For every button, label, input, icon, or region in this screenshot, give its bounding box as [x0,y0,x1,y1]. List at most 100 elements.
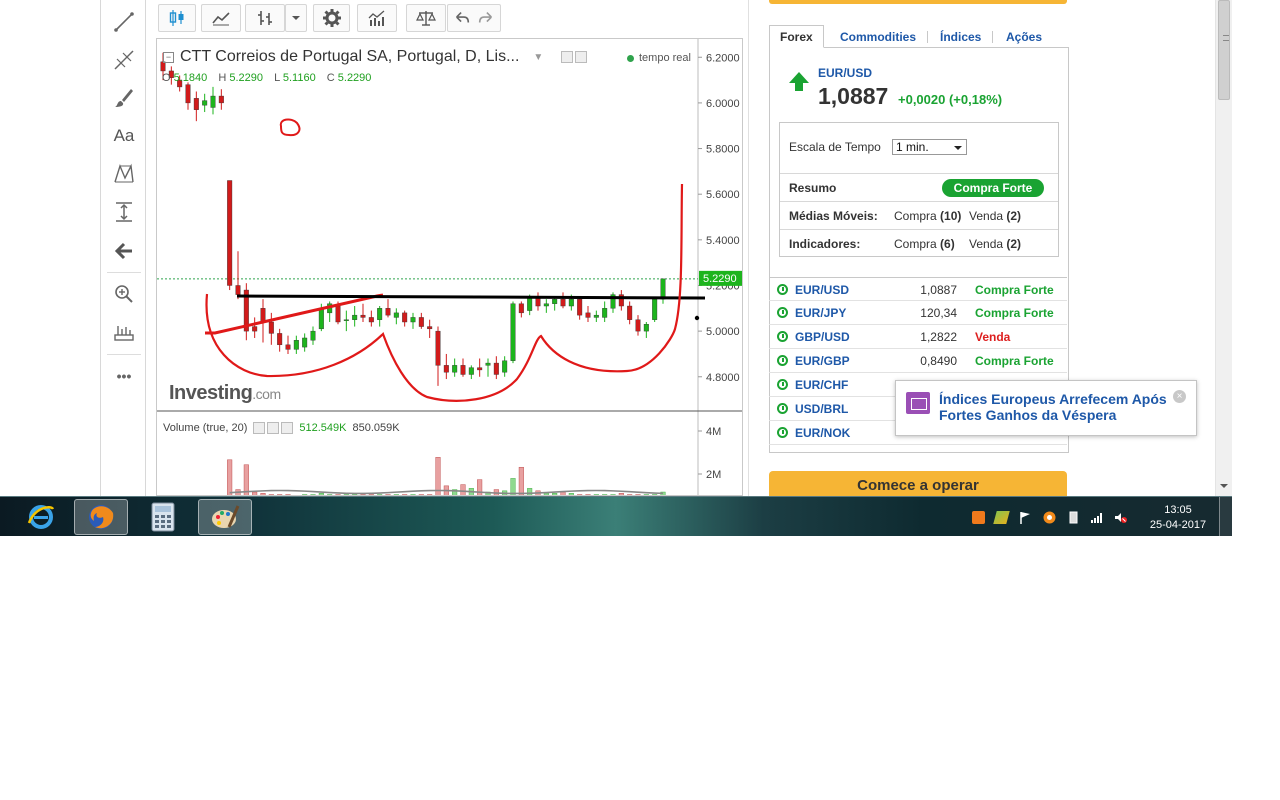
measure-icon[interactable] [109,198,139,226]
candle-body [385,308,391,316]
widget-top-strip [769,0,1067,4]
candle-body [493,362,499,375]
trend-line-icon[interactable] [109,8,139,36]
candle-body [552,298,558,304]
scroll-down-icon[interactable] [1220,484,1228,488]
eye-icon[interactable] [561,51,574,63]
candle-body [435,330,441,366]
close-icon[interactable] [281,422,294,434]
candle-body [402,312,408,323]
moving-averages-row: Médias Móveis: Compra (10) Venda (2) [780,201,1058,229]
action-center-flag-icon[interactable] [1019,511,1032,524]
candle-body [235,285,241,295]
candle-body [302,337,308,348]
vertical-scrollbar[interactable] [1215,0,1232,496]
tray-app-icon[interactable] [972,511,985,524]
settings-icon[interactable] [313,4,350,32]
volume-value: 850.059K [352,422,400,434]
candle-body [635,319,641,332]
tray-stack-icon[interactable] [993,511,1010,524]
candle-body [477,367,483,371]
low-value: 5.1160 [282,72,316,84]
bars-button[interactable] [245,4,285,32]
close-icon[interactable]: × [1173,390,1186,403]
firefox-icon[interactable] [74,499,128,535]
candle-body [468,367,474,375]
row-pair[interactable]: EUR/JPY [795,306,846,320]
row-pair[interactable]: EUR/CHF [795,378,848,392]
network-signal-icon[interactable] [1090,511,1103,524]
tab-indices[interactable]: Índices [940,25,981,48]
area-chart-button[interactable] [201,4,241,32]
undo-icon[interactable] [450,9,474,27]
chart-type-dropdown[interactable] [285,4,307,32]
brush-icon[interactable] [109,84,139,112]
tab-separator [927,31,928,43]
ma-sell-count: (2) [1006,209,1022,223]
table-row[interactable]: GBP/USD 1,2822 Venda [769,325,1067,349]
chevron-down-icon[interactable]: ▼ [533,52,543,63]
paint-icon[interactable] [198,499,252,535]
table-row[interactable]: EUR/GBP 0,8490 Compra Forte [769,349,1067,373]
show-desktop-button[interactable] [1219,497,1232,536]
cursor-dot [694,315,700,321]
open-label: O [162,72,171,84]
text-icon[interactable]: Aa [109,122,139,150]
news-headline[interactable]: Índices Europeus Arrefecem Após Fortes G… [939,391,1174,423]
zoom-icon[interactable] [109,280,139,308]
back-arrow-icon[interactable] [109,237,139,265]
news-popup[interactable]: Índices Europeus Arrefecem Após Fortes G… [895,380,1197,436]
redo-icon[interactable] [474,9,498,27]
fibonacci-icon[interactable] [109,46,139,74]
candle-body [310,330,316,341]
row-pair[interactable]: USD/BRL [795,402,848,416]
timescale-select[interactable]: 1 min. [892,139,967,155]
scrollbar-thumb[interactable] [1218,0,1230,100]
pattern-icon[interactable] [109,160,139,188]
candle-body [560,298,566,307]
gear-small-icon[interactable] [575,51,588,63]
summary-box: Escala de Tempo 1 min. Resumo Compra For… [779,122,1059,257]
calculator-icon[interactable] [136,499,190,535]
volume-bar [227,459,233,495]
eye-icon[interactable] [253,422,266,434]
tab-forex[interactable]: Forex [769,25,824,48]
more-icon[interactable]: ••• [109,362,139,390]
tab-acoes[interactable]: Ações [1006,25,1042,48]
realtime-indicator: tempo real [627,52,691,64]
row-pair[interactable]: EUR/NOK [795,426,850,440]
gear-small-icon[interactable] [267,422,280,434]
candle-body [418,317,424,327]
device-icon[interactable] [1067,511,1080,524]
row-pair[interactable]: EUR/USD [795,283,849,297]
volume-axis-label: 2M [706,469,721,481]
volume-bar [527,488,533,495]
summary-row: Resumo Compra Forte [780,173,1058,201]
table-row[interactable]: EUR/JPY 120,34 Compra Forte [769,301,1067,325]
internet-explorer-icon[interactable] [14,499,68,535]
high-value: 5.2290 [229,72,264,84]
red-circle-mark [279,118,301,137]
avast-icon[interactable] [1043,511,1056,524]
pair-name[interactable]: EUR/USD [818,66,872,80]
price-axis-label: 5.0000 [706,326,740,338]
ma-sell-label: Venda [969,209,1004,223]
collapse-icon[interactable]: − [163,51,174,63]
compare-icon[interactable] [406,4,446,32]
system-clock[interactable]: 13:05 25-04-2017 [1140,503,1216,533]
ruler-icon[interactable] [109,318,139,346]
volume-muted-icon[interactable] [1114,511,1127,524]
candle-body [585,312,591,318]
candles-button[interactable] [158,4,196,32]
row-pair[interactable]: GBP/USD [795,330,850,344]
candle-body [268,321,274,334]
watermark-brand: Investing [169,382,253,404]
volume-header: Volume (true, 20) 512.549K 850.059K [163,422,400,434]
row-pair[interactable]: EUR/GBP [795,354,850,368]
chart-area[interactable]: 6.2000 6.0000 5.8000 5.6000 5.4000 5.2000 5.00… [156,38,743,496]
indicators-icon[interactable] [357,4,397,32]
table-row[interactable]: EUR/USD 1,0887 Compra Forte [769,277,1067,301]
ind-sell-label: Venda [969,237,1004,251]
tab-commodities[interactable]: Commodities [840,25,916,48]
news-icon [906,392,930,414]
